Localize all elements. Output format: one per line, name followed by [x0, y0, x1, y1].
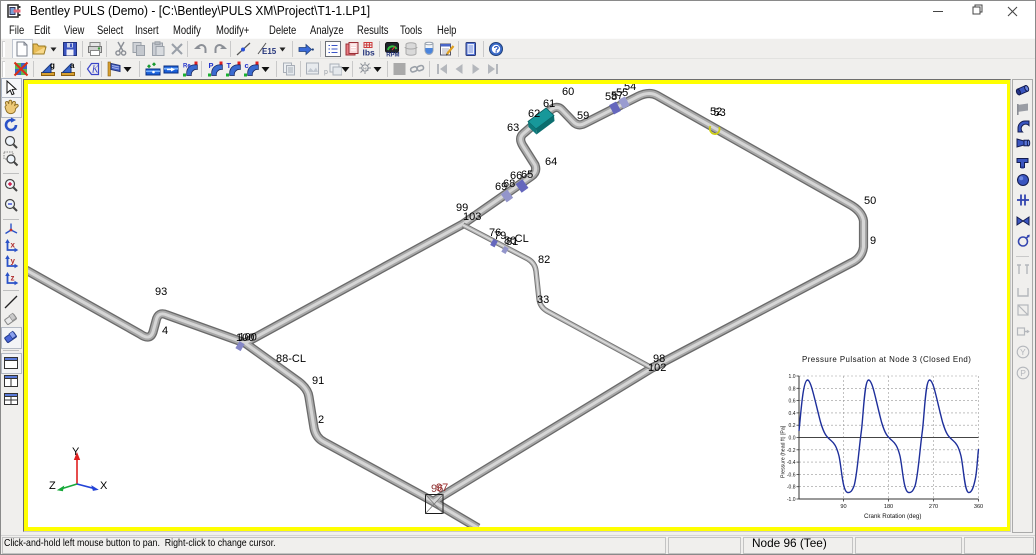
svg-text:P: P	[1020, 368, 1026, 378]
svg-text:a: a	[70, 61, 75, 70]
svg-text:y: y	[11, 257, 16, 266]
svg-text:lbs: lbs	[363, 48, 376, 58]
svg-text:x: x	[11, 241, 16, 250]
svg-text:P: P	[209, 61, 214, 70]
svg-text:z: z	[11, 274, 15, 283]
svg-text:g: g	[50, 61, 55, 70]
svg-text:E15: E15	[262, 47, 276, 56]
svg-text:Hz: Hz	[363, 67, 370, 73]
svg-text:p: p	[324, 69, 328, 76]
svg-text:Y: Y	[1020, 347, 1026, 357]
svg-text:c: c	[245, 61, 249, 70]
svg-text:Re: Re	[183, 64, 191, 70]
svg-text:K: K	[91, 65, 100, 76]
svg-text:T: T	[227, 61, 232, 70]
svg-text:?: ?	[494, 45, 500, 56]
svg-text:RPM: RPM	[386, 53, 399, 58]
